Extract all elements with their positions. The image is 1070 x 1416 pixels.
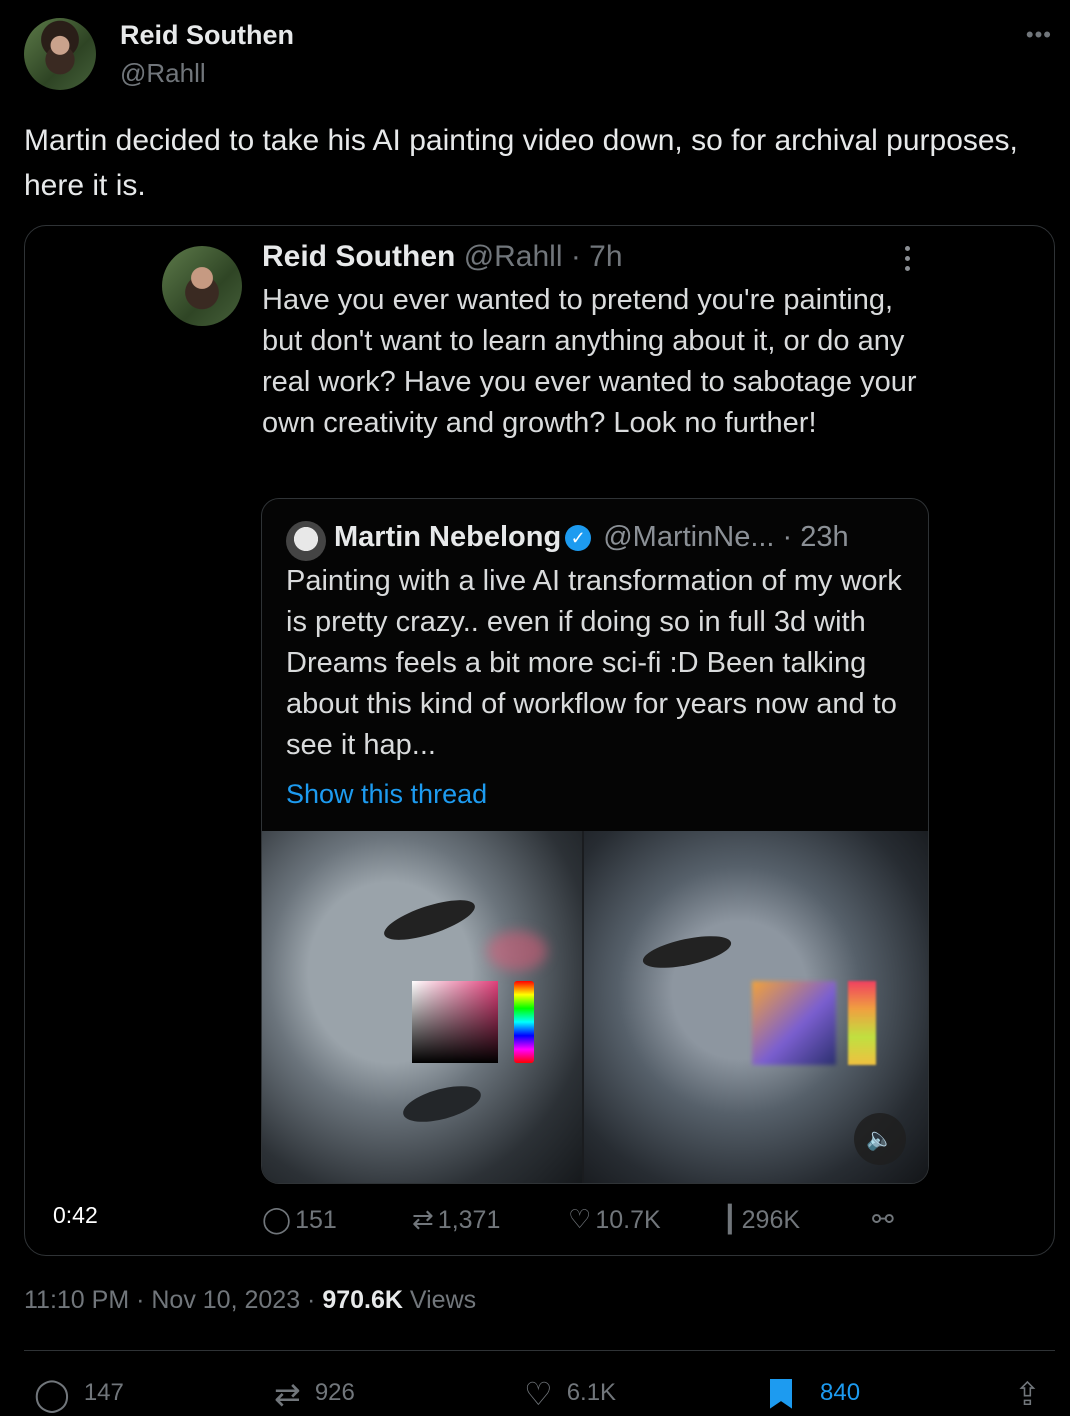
quote-text: Painting with a live AI transformation o… [286,565,902,761]
video-frame: 🔈 [262,831,928,1183]
painted-blush [487,931,547,971]
inner-tweet-header: Reid Southen @Rahll · 7h [262,240,623,274]
inner-replies: ◯ 151 [262,1204,337,1235]
heart-icon: ♡ [524,1375,553,1412]
reply-count: 147 [83,1379,124,1406]
inner-action-bar: ◯ 151 ⇄ 1,371 ♡ 10.7K ┃ 296K ⚯ [262,1204,912,1244]
inner-replies-count: 151 [295,1206,337,1234]
reply-icon: ◯ [262,1204,292,1234]
like-button[interactable]: ♡ 6.1K [524,1370,616,1416]
tweet-timestamp: 11:10 PM · Nov 10, 2023 · 970.6K Views [24,1286,477,1314]
author-name[interactable]: Reid Southen [120,20,294,51]
retweet-icon: ⇄ [274,1375,301,1412]
divider [24,1350,1055,1351]
views-label: Views [409,1286,477,1314]
quote-handle-time: @MartinNe... · 23h [603,521,849,553]
inner-avatar [162,246,242,326]
tweet-header: Reid Southen @Rahll ••• [24,18,1054,92]
inner-handle-time: @Rahll · 7h [463,240,623,273]
volume-icon[interactable]: 🔈 [854,1113,906,1165]
share-icon: ⇪ [1014,1375,1041,1412]
quote-avatar [286,521,326,561]
views-count: 970.6K [322,1286,403,1314]
views-icon: ┃ [722,1204,738,1234]
tweet-date[interactable]: Nov 10, 2023 [151,1286,300,1314]
inner-retweets: ⇄ 1,371 [412,1204,500,1235]
heart-icon: ♡ [568,1204,592,1234]
inner-likes: ♡ 10.7K [568,1204,661,1235]
tweet-text: Martin decided to take his AI painting v… [24,124,1018,202]
show-thread-link: Show this thread [286,779,488,809]
color-picker-render [752,981,836,1065]
color-picker [412,981,498,1063]
verified-badge-icon: ✓ [565,525,592,551]
bookmark-button[interactable]: 840 [770,1370,860,1416]
share-button[interactable]: ⇪ [1014,1370,1055,1416]
retweet-button[interactable]: ⇄ 926 [274,1370,355,1416]
retweet-icon: ⇄ [412,1204,434,1234]
more-options-icon[interactable]: ••• [1026,22,1052,48]
like-count: 6.1K [566,1379,617,1406]
inner-views-count: 296K [741,1206,801,1234]
tweet-time[interactable]: 11:10 PM [24,1286,129,1314]
inner-retweets-count: 1,371 [437,1206,501,1234]
share-icon: ⚯ [872,1204,894,1234]
quote-header: Martin Nebelong ✓ @MartinNe... · 23h [334,521,849,554]
inner-tweet-text: Have you ever wanted to pretend you're p… [262,284,917,439]
inner-share: ⚯ [872,1204,898,1235]
inner-author-name: Reid Southen [262,240,456,273]
reply-icon: ◯ [34,1375,70,1412]
quote-author-name: Martin Nebelong [334,521,562,553]
bookmark-icon [770,1378,792,1409]
inner-more-icon [905,246,913,276]
quoted-tweet: Martin Nebelong ✓ @MartinNe... · 23h Pain… [261,498,929,1184]
author-handle[interactable]: @Rahll [120,58,206,89]
hue-slider-render [848,981,876,1065]
inner-likes-count: 10.7K [595,1206,661,1234]
video-player[interactable]: Reid Southen @Rahll · 7h Have you ever w… [24,225,1055,1256]
reply-button[interactable]: ◯ 147 [34,1370,124,1416]
bookmark-count: 840 [820,1379,861,1406]
video-duration: 0:42 [53,1202,98,1228]
retweet-count: 926 [314,1379,355,1406]
action-bar: ◯ 147 ⇄ 926 ♡ 6.1K 840 ⇪ [24,1370,1054,1416]
hue-slider [514,981,534,1063]
avatar[interactable] [24,18,96,90]
inner-views: ┃ 296K [722,1204,800,1235]
